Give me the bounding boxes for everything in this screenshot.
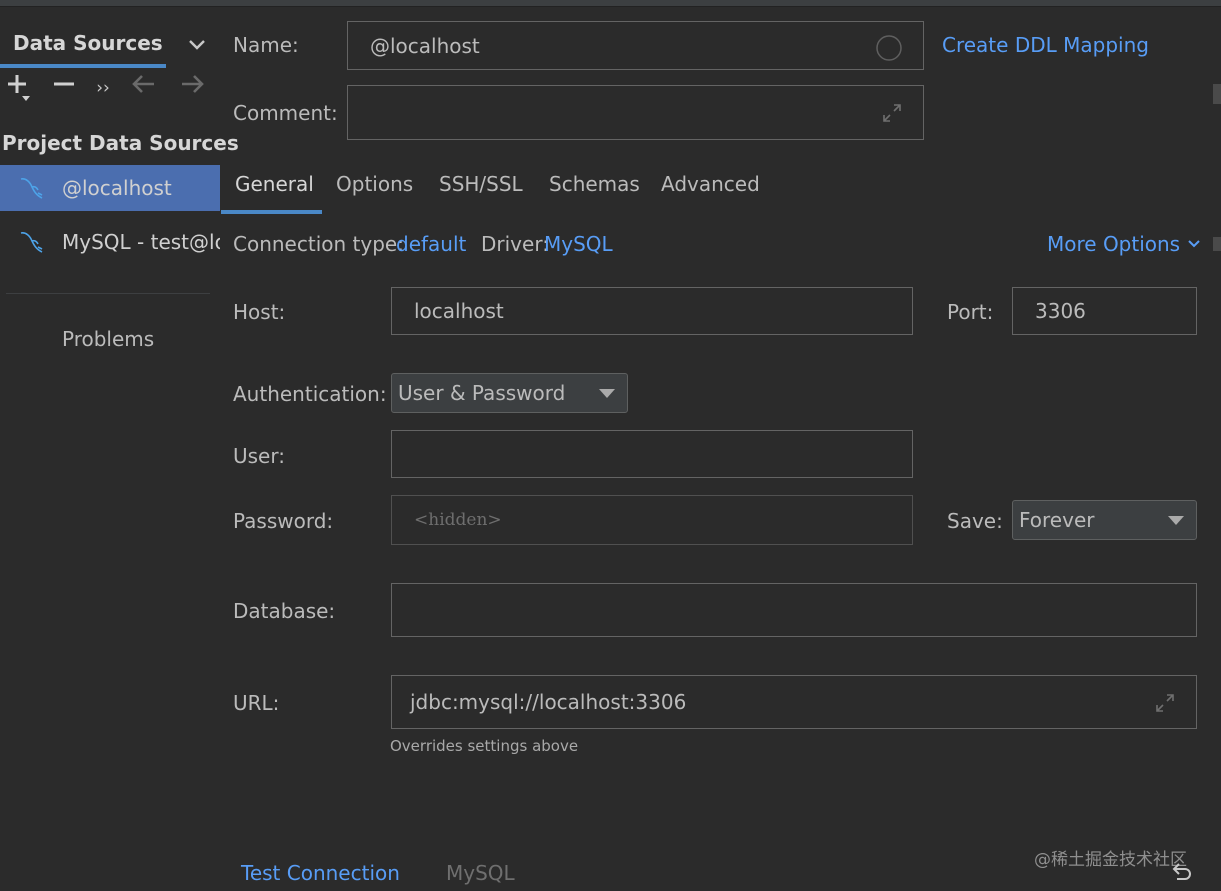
host-field[interactable]: localhost: [391, 287, 913, 335]
port-field[interactable]: 3306: [1012, 287, 1197, 335]
chevron-down-icon[interactable]: [186, 33, 208, 55]
user-label: User:: [233, 444, 285, 468]
mysql-dolphin-icon: [20, 232, 43, 253]
color-circle-icon[interactable]: [875, 34, 903, 62]
dropdown-arrow-icon: [599, 389, 615, 398]
create-ddl-mapping-link[interactable]: Create DDL Mapping: [942, 33, 1149, 57]
tab-options[interactable]: Options: [336, 172, 413, 196]
url-label: URL:: [233, 691, 280, 715]
url-field[interactable]: jdbc:mysql://localhost:3306: [391, 675, 1197, 729]
data-source-item[interactable]: MySQL - test@localhost: [0, 219, 220, 265]
mysql-dolphin-icon: [20, 178, 43, 199]
save-label: Save:: [947, 509, 1003, 533]
host-label: Host:: [233, 300, 286, 324]
tab-data-sources-label: Data Sources: [13, 31, 163, 55]
more-options-link[interactable]: More Options: [1047, 232, 1202, 256]
url-value: jdbc:mysql://localhost:3306: [410, 690, 687, 714]
database-label: Database:: [233, 599, 336, 623]
active-tab-underline: [221, 210, 322, 214]
add-icon[interactable]: [4, 71, 34, 105]
back-arrow-icon[interactable]: [130, 71, 158, 105]
comment-field[interactable]: [347, 85, 924, 140]
expand-icon[interactable]: [881, 102, 903, 124]
more-icon[interactable]: ››: [92, 71, 114, 105]
sidebar-divider: [6, 293, 210, 294]
host-value: localhost: [414, 299, 504, 323]
tab-underline: [0, 64, 166, 68]
test-connection-link[interactable]: Test Connection: [241, 861, 400, 885]
user-field[interactable]: [391, 430, 913, 478]
tab-general[interactable]: General: [235, 172, 314, 196]
name-field[interactable]: @localhost: [347, 21, 924, 70]
password-field[interactable]: <hidden>: [391, 495, 913, 545]
url-hint: Overrides settings above: [390, 737, 579, 755]
window-top-border: [0, 0, 1221, 7]
revert-icon[interactable]: [1169, 861, 1193, 885]
driver-label: Driver:: [481, 232, 549, 256]
section-project-data-sources: Project Data Sources: [2, 131, 239, 155]
tab-schemas[interactable]: Schemas: [549, 172, 640, 196]
driver-link[interactable]: MySQL: [544, 232, 613, 256]
port-label: Port:: [947, 300, 994, 324]
data-source-label: MySQL - test@localhost: [62, 230, 220, 254]
tab-data-sources[interactable]: Data Sources: [0, 19, 220, 68]
sidebar: Data Sources ›› Project Data Sources @lo…: [0, 7, 239, 891]
name-value: @localhost: [370, 33, 480, 58]
tab-ssh-ssl[interactable]: SSH/SSL: [439, 172, 523, 196]
connection-type-link[interactable]: default: [396, 232, 466, 256]
forward-arrow-icon[interactable]: [178, 71, 206, 105]
more-options-label: More Options: [1047, 232, 1181, 256]
data-source-item[interactable]: @localhost: [0, 165, 220, 211]
expand-icon[interactable]: [1154, 692, 1176, 714]
scrollbar-thumb[interactable]: [1213, 237, 1221, 251]
save-value: Forever: [1019, 508, 1095, 532]
port-value: 3306: [1035, 299, 1086, 323]
database-field[interactable]: [391, 583, 1197, 637]
comment-label: Comment:: [233, 101, 338, 125]
data-source-label: @localhost: [62, 176, 172, 200]
scrollbar-thumb[interactable]: [1213, 84, 1221, 104]
watermark: @稀土掘金技术社区: [1034, 850, 1187, 870]
save-dropdown[interactable]: Forever: [1012, 500, 1197, 540]
name-label: Name:: [233, 33, 299, 57]
remove-icon[interactable]: [52, 71, 76, 105]
authentication-value: User & Password: [398, 381, 566, 405]
connection-type-label: Connection type:: [233, 232, 404, 256]
driver-name-label: MySQL: [446, 861, 515, 885]
password-placeholder: <hidden>: [414, 510, 502, 530]
password-label: Password:: [233, 509, 334, 533]
tab-advanced[interactable]: Advanced: [661, 172, 760, 196]
chevron-down-icon: [1188, 240, 1200, 248]
authentication-dropdown[interactable]: User & Password: [391, 373, 628, 413]
problems-item[interactable]: Problems: [62, 327, 154, 351]
dropdown-arrow-icon: [1168, 516, 1184, 525]
authentication-label: Authentication:: [233, 382, 387, 406]
